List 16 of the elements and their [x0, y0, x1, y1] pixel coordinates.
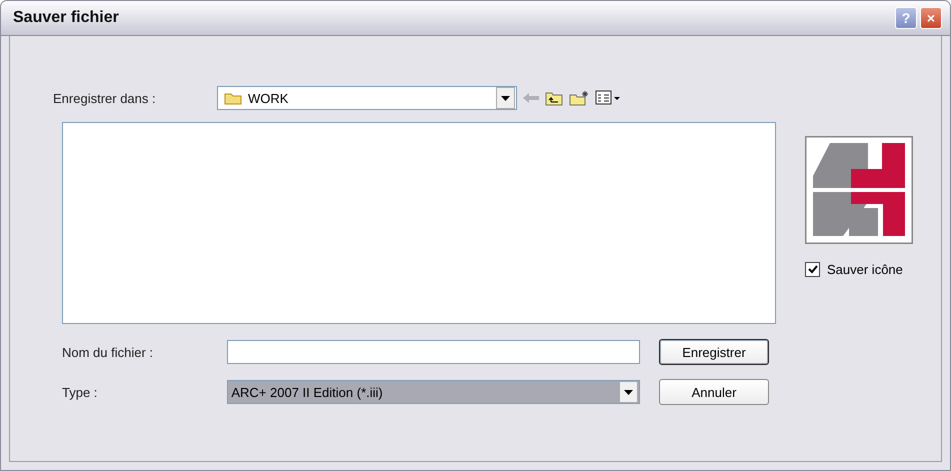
type-label: Type :: [62, 384, 98, 400]
save-in-label: Enregistrer dans :: [53, 90, 157, 106]
cancel-button[interactable]: Annuler: [659, 379, 769, 405]
save-icon-checkbox[interactable]: [805, 262, 820, 277]
file-name-label: Nom du fichier :: [62, 344, 154, 360]
logo-icon: [805, 136, 913, 244]
save-icon-label: Sauver icône: [827, 262, 903, 277]
save-button[interactable]: Enregistrer: [659, 339, 769, 365]
file-type-dropdown[interactable]: ARC+ 2007 II Edition (*.iii): [227, 380, 640, 404]
window-title: Sauver fichier: [13, 9, 119, 27]
save-in-dropdown[interactable]: WORK: [217, 86, 517, 110]
view-menu-icon[interactable]: [595, 90, 621, 106]
new-folder-icon[interactable]: [569, 90, 589, 106]
file-name-field[interactable]: [227, 340, 640, 364]
folder-up-icon[interactable]: [545, 90, 563, 106]
folder-icon: [224, 91, 242, 105]
